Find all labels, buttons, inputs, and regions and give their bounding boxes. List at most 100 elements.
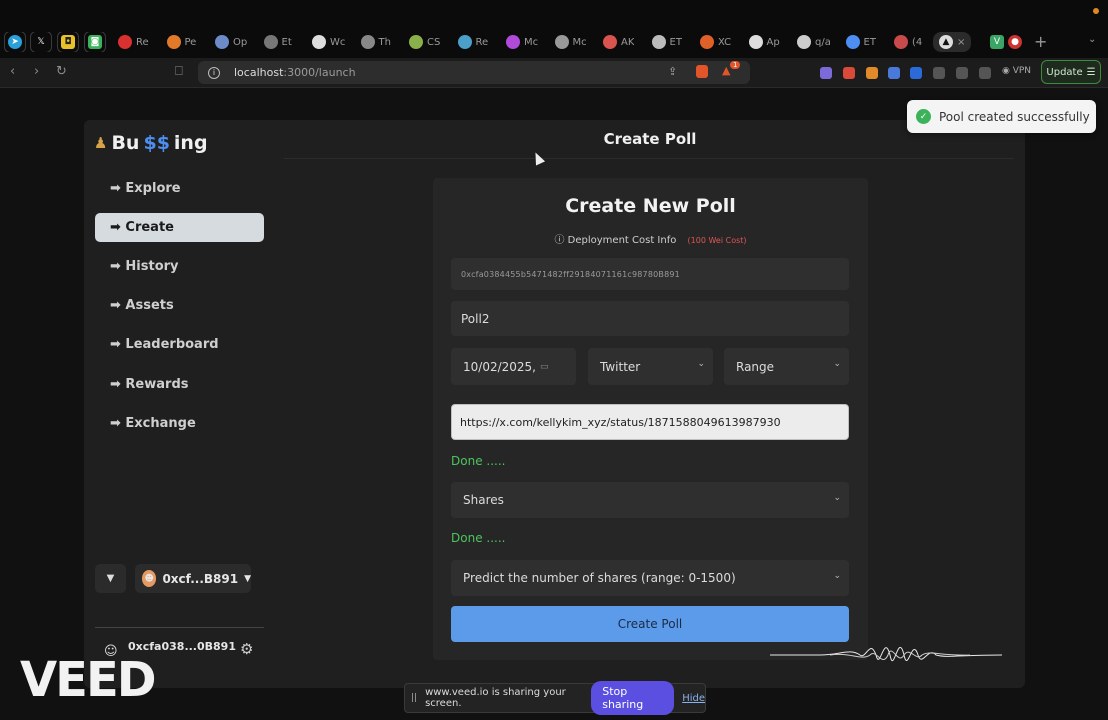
tab-active-launch[interactable]: ▲ × bbox=[933, 32, 972, 52]
sidebar-item-create[interactable]: ➡ Create bbox=[95, 213, 264, 242]
calendar-icon[interactable]: ▭ bbox=[540, 362, 549, 372]
sidebar-item-history[interactable]: ➡ History bbox=[95, 252, 264, 281]
pinned-tab-ext-yellow[interactable]: ◘ bbox=[57, 32, 79, 52]
wallet-collapse-button[interactable]: ▼ bbox=[95, 564, 126, 593]
browser-tab[interactable]: Ap bbox=[748, 32, 780, 52]
tab-label: Mc bbox=[572, 36, 587, 48]
tab-label: Mc bbox=[524, 36, 539, 48]
creator-address-field[interactable]: 0xcfa0384455b5471482ff29184071161c98780B… bbox=[451, 258, 849, 290]
check-icon: ✓ bbox=[916, 109, 931, 124]
cost-value: (100 Wei Cost) bbox=[687, 236, 747, 245]
create-poll-form: Create New Poll ⓘ Deployment Cost Info (… bbox=[433, 178, 868, 660]
wallet-address-short: 0xcf...B891 bbox=[162, 571, 239, 586]
notification-badge: 1 bbox=[730, 61, 741, 69]
tab-label: (4 bbox=[912, 36, 923, 48]
browser-toolbar: ‹ › ↻ ⎕ i localhost:3000/launch ⇪ ▲ 1 ◉ … bbox=[0, 58, 1108, 88]
browser-tab[interactable]: Et bbox=[263, 32, 292, 52]
browser-tab[interactable]: XC bbox=[700, 32, 731, 52]
forward-icon[interactable]: › bbox=[34, 64, 39, 79]
pinned-tab-ext-green[interactable]: ◙ bbox=[84, 32, 106, 52]
extension-icon[interactable] bbox=[888, 67, 900, 79]
platform-select[interactable]: Twitter ⌄ bbox=[588, 348, 713, 385]
share-message: www.veed.io is sharing your screen. bbox=[425, 687, 566, 709]
tab-label: AK bbox=[621, 36, 635, 48]
browser-tab-strip: ➤ 𝕏 ◘ ◙ Re Pe Op Et Wc Th CS Re Mc Mc AK ET XC Ap q/a E… bbox=[0, 0, 1108, 58]
vpn-label: VPN bbox=[1012, 66, 1032, 76]
hide-link[interactable]: Hide bbox=[682, 693, 705, 704]
brave-shield-icon[interactable] bbox=[696, 65, 708, 78]
post-url-input[interactable]: https://x.com/kellykim_xyz/status/187158… bbox=[451, 404, 849, 440]
brand-logo[interactable]: ♟ Bu $$ ing bbox=[94, 132, 208, 154]
bookmark-icon[interactable]: ⎕ bbox=[175, 64, 183, 79]
pause-icon: || bbox=[411, 693, 418, 703]
browser-tab[interactable]: Re bbox=[457, 32, 489, 52]
cost-info-label: Deployment Cost Info bbox=[567, 235, 677, 246]
wallet-button[interactable]: ☻ 0xcf...B891 ▼ bbox=[135, 564, 251, 593]
tab-favicon-icon bbox=[312, 35, 326, 49]
poll-type-value: Range bbox=[736, 359, 775, 374]
tab-close-icon[interactable]: × bbox=[957, 37, 965, 48]
browser-tab[interactable]: Mc bbox=[506, 32, 538, 52]
sidebar-item-leaderboard[interactable]: ➡ Leaderboard bbox=[95, 330, 264, 359]
browser-tab[interactable]: q/a bbox=[797, 32, 831, 52]
extension-icon[interactable] bbox=[843, 67, 855, 79]
extension-icon[interactable] bbox=[910, 67, 922, 79]
stop-sharing-button[interactable]: Stop sharing bbox=[591, 681, 675, 715]
share-icon[interactable]: ⇪ bbox=[668, 65, 677, 78]
leo-icon[interactable] bbox=[979, 67, 991, 79]
tab-favicon-icon bbox=[457, 35, 472, 49]
sidebar-item-assets[interactable]: ➡ Assets bbox=[95, 291, 264, 320]
site-info-icon[interactable]: i bbox=[208, 66, 220, 79]
tab-favicon-icon bbox=[748, 35, 763, 49]
sidebar-icon[interactable] bbox=[956, 67, 968, 79]
tab-vue[interactable]: V ● bbox=[990, 32, 1022, 52]
browser-tab[interactable]: CS bbox=[409, 32, 440, 52]
browser-tab[interactable]: Mc bbox=[554, 32, 587, 52]
tab-label: ET bbox=[669, 36, 682, 48]
extension-icon[interactable] bbox=[820, 67, 832, 79]
browser-tab[interactable]: Pe bbox=[166, 32, 196, 52]
status-done-2: Done ..... bbox=[451, 531, 506, 545]
sidebar-item-rewards[interactable]: ➡ Rewards bbox=[95, 370, 264, 399]
sidebar-item-explore[interactable]: ➡ Explore bbox=[95, 174, 264, 203]
sidebar-item-exchange[interactable]: ➡ Exchange bbox=[95, 409, 264, 438]
browser-tab[interactable]: ET bbox=[845, 32, 876, 52]
tab-list-chevron-icon[interactable]: ⌄ bbox=[1088, 34, 1096, 45]
browser-tab[interactable]: Op bbox=[215, 32, 247, 52]
browser-tab[interactable]: Wc bbox=[312, 32, 345, 52]
puzzle-icon[interactable] bbox=[933, 67, 945, 79]
tab-label: Ap bbox=[766, 36, 780, 48]
reload-icon[interactable]: ↻ bbox=[56, 64, 67, 79]
browser-tab[interactable]: Re bbox=[118, 32, 149, 52]
browser-tab[interactable]: ET bbox=[651, 32, 682, 52]
end-date-input[interactable]: 10/02/2025, ▭ bbox=[451, 348, 576, 385]
browser-tab[interactable]: AK bbox=[603, 32, 634, 52]
app-window: ♟ Bu $$ ing ➡ Explore ➡ Create ➡ History ➡… bbox=[84, 120, 1025, 688]
update-button[interactable]: Update ☰ bbox=[1041, 60, 1101, 84]
vpn-button[interactable]: ◉ VPN bbox=[1002, 66, 1031, 76]
triangle-icon: ▲ bbox=[939, 35, 953, 49]
url-path: :3000/launch bbox=[283, 66, 356, 79]
chevron-down-icon: ⌄ bbox=[833, 359, 841, 369]
metric-select[interactable]: Shares ⌄ bbox=[451, 482, 849, 518]
back-icon[interactable]: ‹ bbox=[10, 64, 15, 79]
pinned-tab-x[interactable]: 𝕏 bbox=[30, 32, 52, 52]
new-tab-button[interactable]: + bbox=[1034, 32, 1047, 51]
tab-label: Re bbox=[136, 36, 149, 48]
question-select[interactable]: Predict the number of shares (range: 0-1… bbox=[451, 560, 849, 596]
question-value: Predict the number of shares (range: 0-1… bbox=[463, 571, 736, 585]
screen-share-bar: || www.veed.io is sharing your screen. S… bbox=[404, 681, 706, 715]
address-bar[interactable]: i localhost:3000/launch ⇪ ▲ 1 bbox=[198, 61, 750, 84]
browser-tab[interactable]: (4 bbox=[894, 32, 922, 52]
brand-money: $$ bbox=[143, 132, 170, 154]
pinned-tab-telegram[interactable]: ➤ bbox=[4, 32, 26, 52]
tab-favicon-icon bbox=[797, 35, 811, 49]
browser-tab[interactable]: Th bbox=[360, 32, 391, 52]
poll-name-input[interactable]: Poll2 bbox=[451, 301, 849, 336]
info-icon[interactable]: ⓘ bbox=[554, 235, 564, 246]
poll-type-select[interactable]: Range ⌄ bbox=[724, 348, 849, 385]
metamask-icon[interactable] bbox=[866, 67, 878, 79]
gear-icon[interactable]: ⚙ bbox=[240, 640, 253, 658]
tab-label: Re bbox=[475, 36, 489, 48]
tab-favicon-icon bbox=[506, 35, 520, 49]
